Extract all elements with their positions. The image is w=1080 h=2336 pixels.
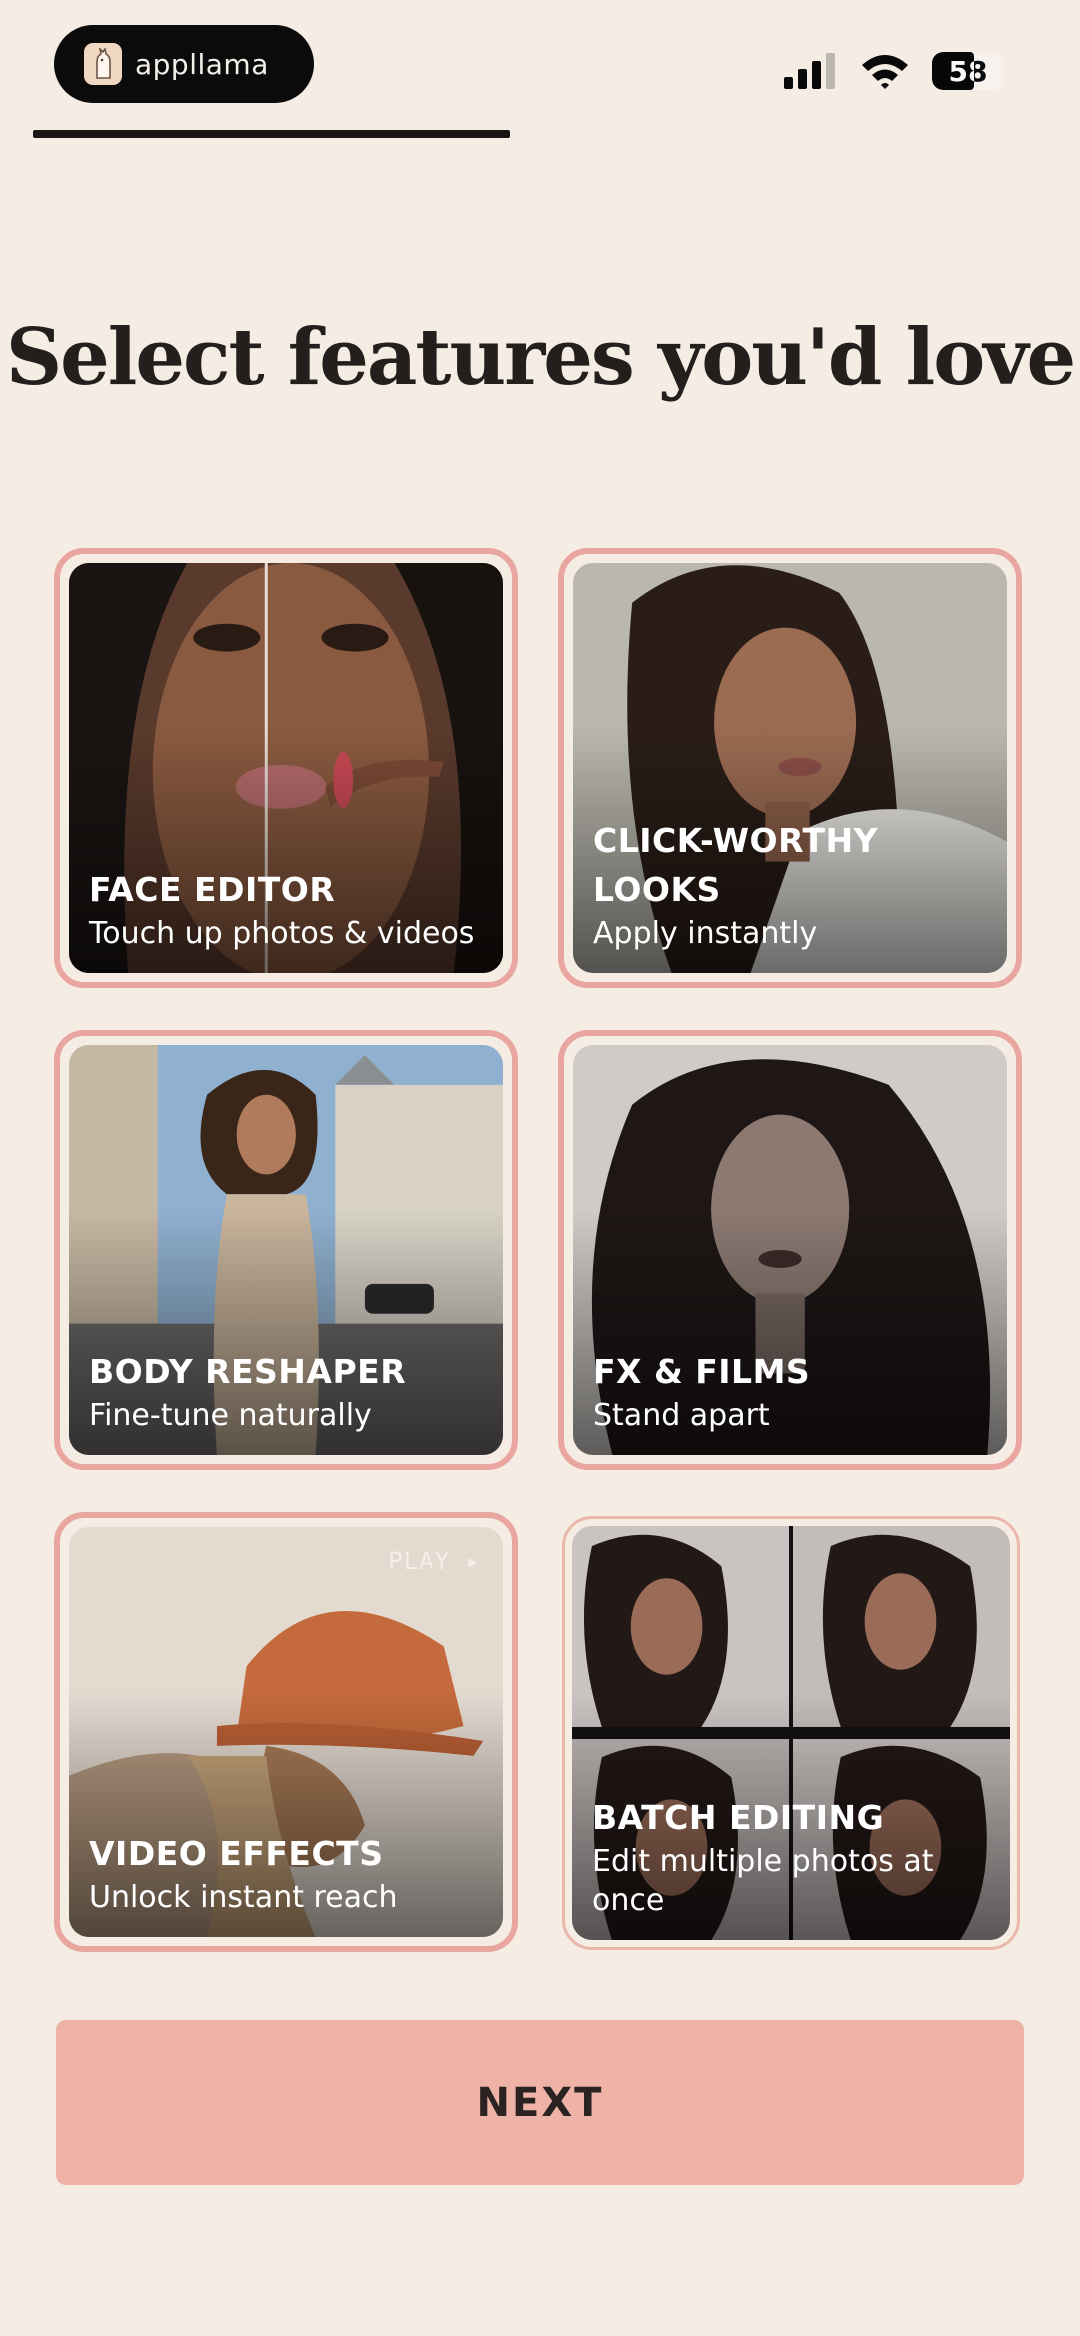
wifi-icon	[862, 55, 908, 89]
feature-card-text: CLICK-WORTHY LOOKS Apply instantly	[593, 816, 987, 953]
feature-card-click-worthy-looks-image: CLICK-WORTHY LOOKS Apply instantly	[573, 563, 1007, 973]
feature-card-fx-films[interactable]: FX & FILMS Stand apart	[558, 1030, 1022, 1470]
feature-subtitle: Edit multiple photos at once	[592, 1844, 934, 1918]
feature-subtitle: Touch up photos & videos	[89, 916, 475, 951]
feature-title: BATCH EDITING	[592, 1798, 885, 1837]
feature-card-click-worthy-looks[interactable]: CLICK-WORTHY LOOKS Apply instantly	[558, 548, 1022, 988]
feature-card-batch-editing-image: BATCH EDITING Edit multiple photos at on…	[572, 1526, 1010, 1940]
feature-card-text: BODY RESHAPER Fine-tune naturally	[89, 1347, 483, 1435]
feature-title: FX & FILMS	[593, 1352, 811, 1391]
feature-card-face-editor-image: FACE EDITOR Touch up photos & videos	[69, 563, 503, 973]
feature-card-video-effects[interactable]: PLAY ▸ VIDEO EFFECTS Unlock instant reac…	[54, 1512, 518, 1952]
battery-level-text: 58	[948, 54, 988, 88]
onboarding-progress-fill	[33, 130, 510, 138]
battery-indicator: 58	[932, 52, 1004, 90]
feature-title: VIDEO EFFECTS	[89, 1834, 384, 1873]
feature-title: BODY RESHAPER	[89, 1352, 407, 1391]
llama-icon	[84, 43, 122, 85]
app-switcher-pill[interactable]: appllama	[54, 25, 314, 103]
feature-card-text: VIDEO EFFECTS Unlock instant reach	[89, 1829, 483, 1917]
feature-subtitle: Unlock instant reach	[89, 1880, 398, 1915]
video-overlay-label: PLAY ▸	[388, 1547, 481, 1575]
cellular-signal-icon	[784, 53, 835, 89]
feature-title: CLICK-WORTHY LOOKS	[593, 821, 879, 909]
feature-card-face-editor[interactable]: FACE EDITOR Touch up photos & videos	[54, 548, 518, 988]
feature-card-video-effects-image: PLAY ▸ VIDEO EFFECTS Unlock instant reac…	[69, 1527, 503, 1937]
status-icons: 58	[784, 52, 1004, 90]
onboarding-progress-bar	[33, 130, 1047, 138]
next-button[interactable]: NEXT	[56, 2020, 1024, 2185]
feature-card-batch-editing[interactable]: BATCH EDITING Edit multiple photos at on…	[562, 1516, 1020, 1950]
feature-subtitle: Stand apart	[593, 1398, 770, 1433]
feature-subtitle: Fine-tune naturally	[89, 1398, 372, 1433]
feature-subtitle: Apply instantly	[593, 916, 818, 951]
feature-card-text: FX & FILMS Stand apart	[593, 1347, 987, 1435]
feature-card-text: BATCH EDITING Edit multiple photos at on…	[592, 1793, 990, 1920]
page-title: Select features you'd love	[5, 312, 1076, 403]
feature-card-body-reshaper[interactable]: BODY RESHAPER Fine-tune naturally	[54, 1030, 518, 1470]
feature-title: FACE EDITOR	[89, 870, 336, 909]
feature-card-fx-films-image: FX & FILMS Stand apart	[573, 1045, 1007, 1455]
app-name-label: appllama	[135, 47, 269, 81]
feature-card-body-reshaper-image: BODY RESHAPER Fine-tune naturally	[69, 1045, 503, 1455]
feature-card-text: FACE EDITOR Touch up photos & videos	[89, 865, 483, 953]
